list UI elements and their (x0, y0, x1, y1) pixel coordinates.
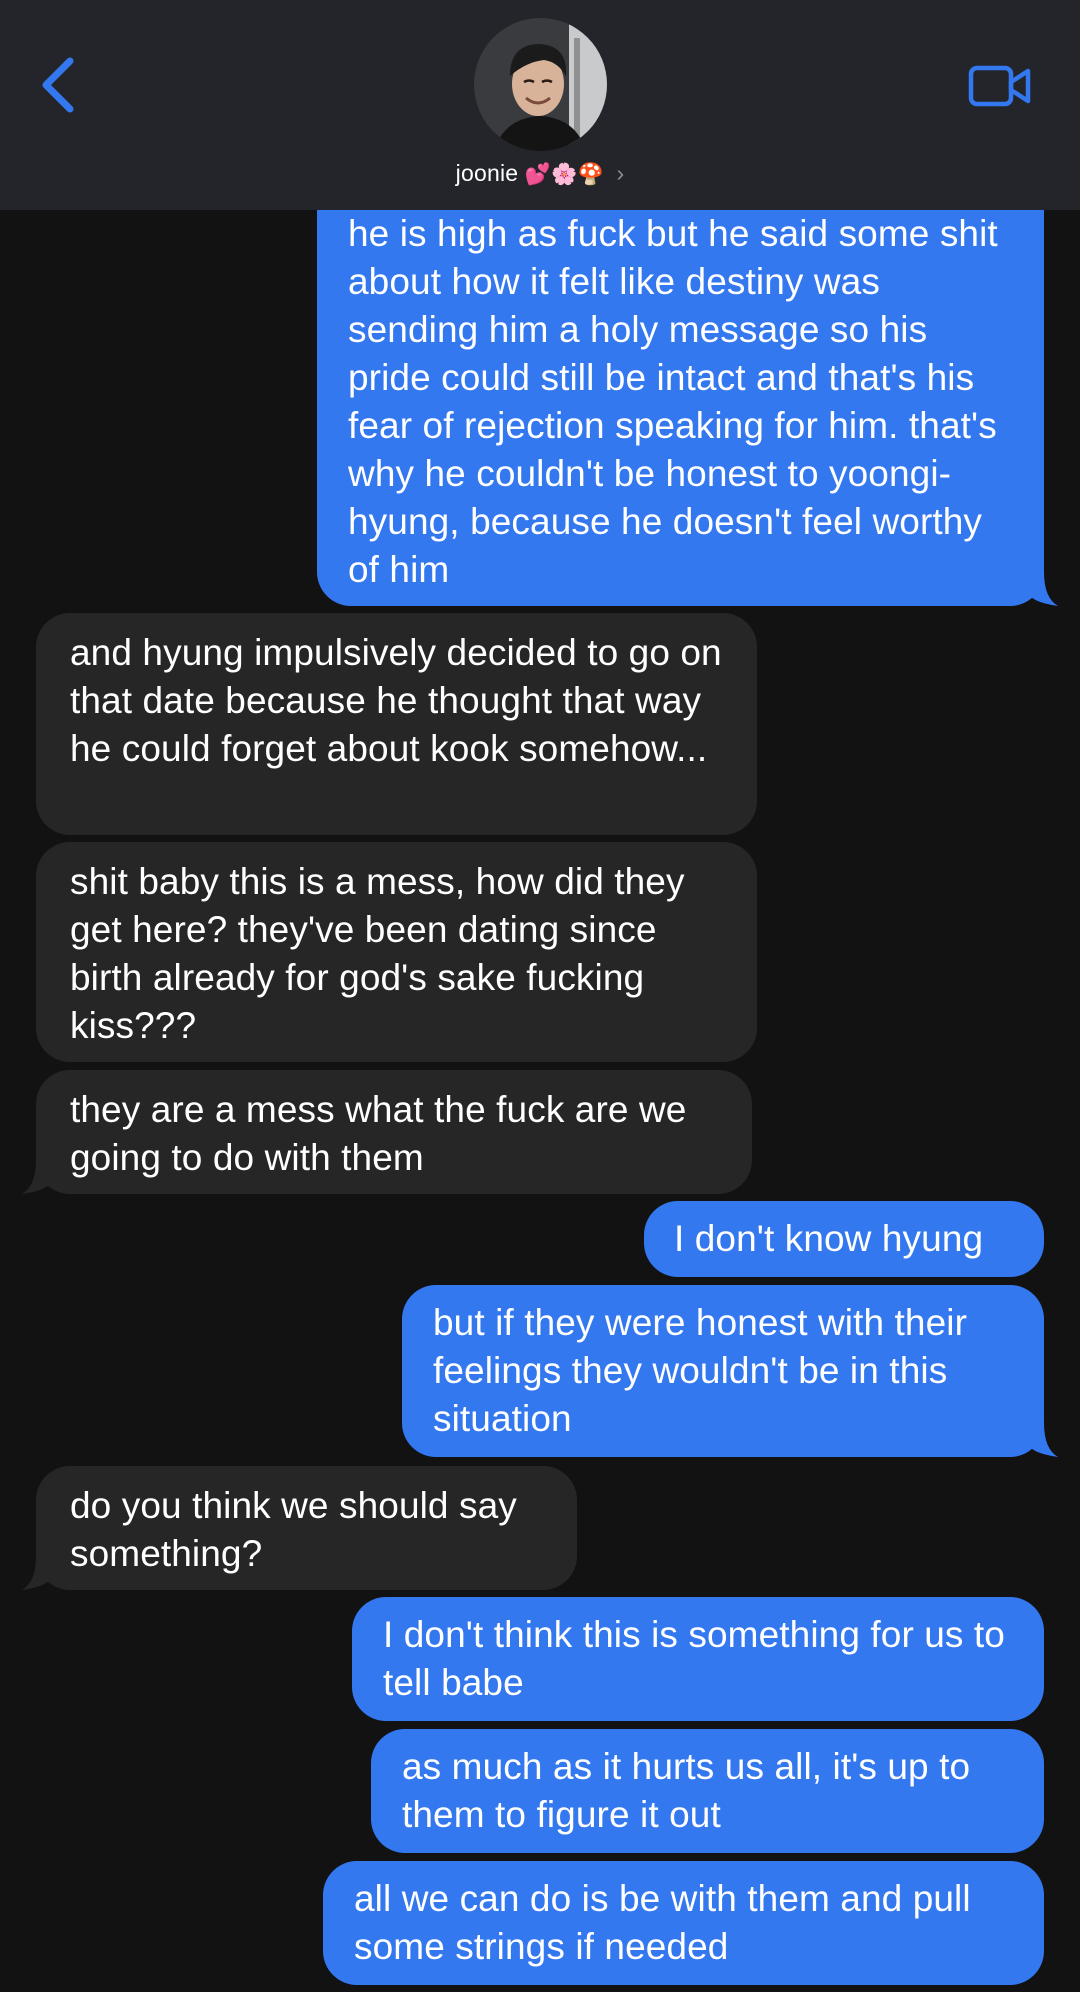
message-text: do you think we should say something? (70, 1485, 517, 1574)
message-text: he is high as fuck but he said some shit… (348, 213, 998, 590)
contact-photo (474, 18, 607, 151)
message-text: but if they were honest with their feeli… (433, 1302, 968, 1439)
video-camera-icon[interactable] (968, 64, 1032, 108)
message-text: shit baby this is a mess, how did they g… (70, 861, 685, 1046)
contact-name: joonie (455, 160, 519, 186)
message-text: I don't think this is something for us t… (383, 1614, 1005, 1703)
message-text: they are a mess what the fuck are we goi… (70, 1089, 687, 1178)
conversation-header: joonie 💕🌸🍄 › (0, 0, 1080, 210)
bubble-tail (22, 1556, 52, 1590)
message-text: I don't know hyung (674, 1218, 984, 1259)
message-bubble-sent[interactable]: I don't know hyung (644, 1201, 1044, 1277)
contact-emoji: 💕🌸🍄 (524, 162, 604, 186)
bubble-tail (22, 1160, 52, 1194)
message-bubble-sent[interactable]: I don't think this is something for us t… (352, 1597, 1044, 1721)
message-bubble-received[interactable]: and hyung impulsively decided to go on t… (36, 613, 757, 835)
avatar[interactable] (474, 18, 607, 151)
message-bubble-received[interactable]: do you think we should say something? (22, 1466, 577, 1590)
message-text: all we can do is be with them and pull s… (354, 1878, 971, 1967)
message-text: as much as it hurts us all, it's up to t… (402, 1746, 971, 1835)
message-bubble-sent[interactable]: as much as it hurts us all, it's up to t… (371, 1729, 1044, 1853)
message-bubble-sent[interactable]: he is high as fuck but he said some shit… (317, 180, 1058, 606)
contact-name-button[interactable]: joonie 💕🌸🍄 › (0, 160, 1080, 187)
message-bubble-sent[interactable]: but if they were honest with their feeli… (402, 1285, 1058, 1457)
message-bubble-received[interactable]: they are a mess what the fuck are we goi… (22, 1070, 752, 1194)
message-bubble-sent[interactable]: all we can do is be with them and pull s… (323, 1861, 1044, 1985)
bubble-tail (1028, 1423, 1058, 1457)
bubble-tail (1028, 572, 1058, 606)
message-bubble-received[interactable]: shit baby this is a mess, how did they g… (36, 842, 757, 1062)
message-text: and hyung impulsively decided to go on t… (70, 632, 722, 769)
message-thread: he is high as fuck but he said some shit… (0, 0, 1080, 1992)
chevron-right-icon: › (616, 160, 625, 186)
chevron-left-icon[interactable] (36, 55, 80, 115)
